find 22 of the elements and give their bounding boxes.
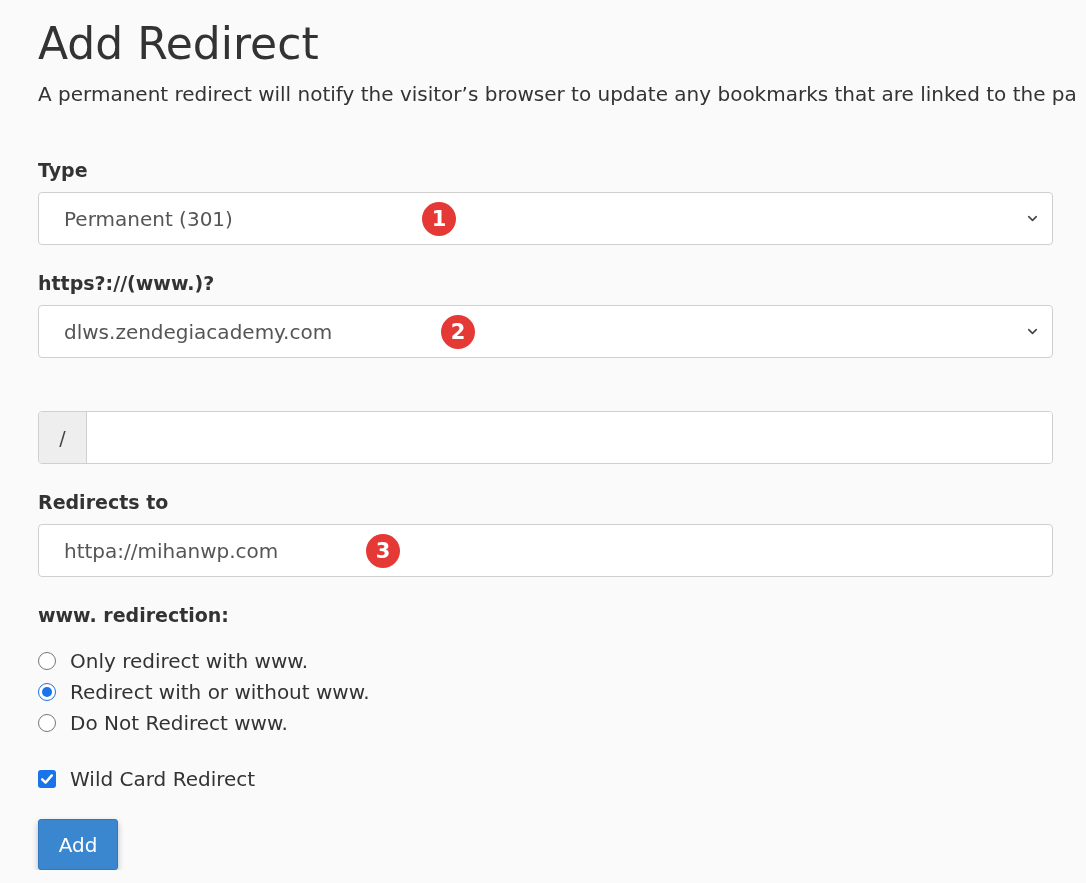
type-select[interactable]: Permanent (301) 1 <box>38 192 1053 245</box>
step-number-badge: 1 <box>422 201 456 236</box>
page-description: A permanent redirect will notify the visitor’s browser to update any bookmarks that are linked to the pa <box>38 81 1078 108</box>
field-label: www. redirection: <box>38 603 229 627</box>
field-label: Redirects to <box>38 490 169 514</box>
redirect-url-input[interactable]: httpa://mihanwp.com 3 <box>38 524 1053 577</box>
add-button[interactable]: Add <box>38 819 118 870</box>
radio-button[interactable] <box>38 713 56 732</box>
step-number-badge: 2 <box>441 314 475 349</box>
radio-label: Do Not Redirect www. <box>70 710 288 735</box>
step-number-badge: 3 <box>366 533 400 568</box>
radio-button[interactable] <box>38 682 56 701</box>
radio-label: Only redirect with www. <box>70 648 309 673</box>
checkbox-label: Wild Card Redirect <box>70 766 256 791</box>
domain-select[interactable]: dlws.zendegiacademy.com 2 <box>38 305 1053 358</box>
radio-button[interactable] <box>38 651 56 670</box>
field-label: Type <box>38 158 88 182</box>
field-label: https?://(www.)? <box>38 271 215 295</box>
page-title: Add Redirect <box>38 17 320 71</box>
checkbox[interactable] <box>38 769 56 788</box>
checkmark-icon <box>41 773 53 784</box>
radio-label: Redirect with or without www. <box>70 679 370 704</box>
